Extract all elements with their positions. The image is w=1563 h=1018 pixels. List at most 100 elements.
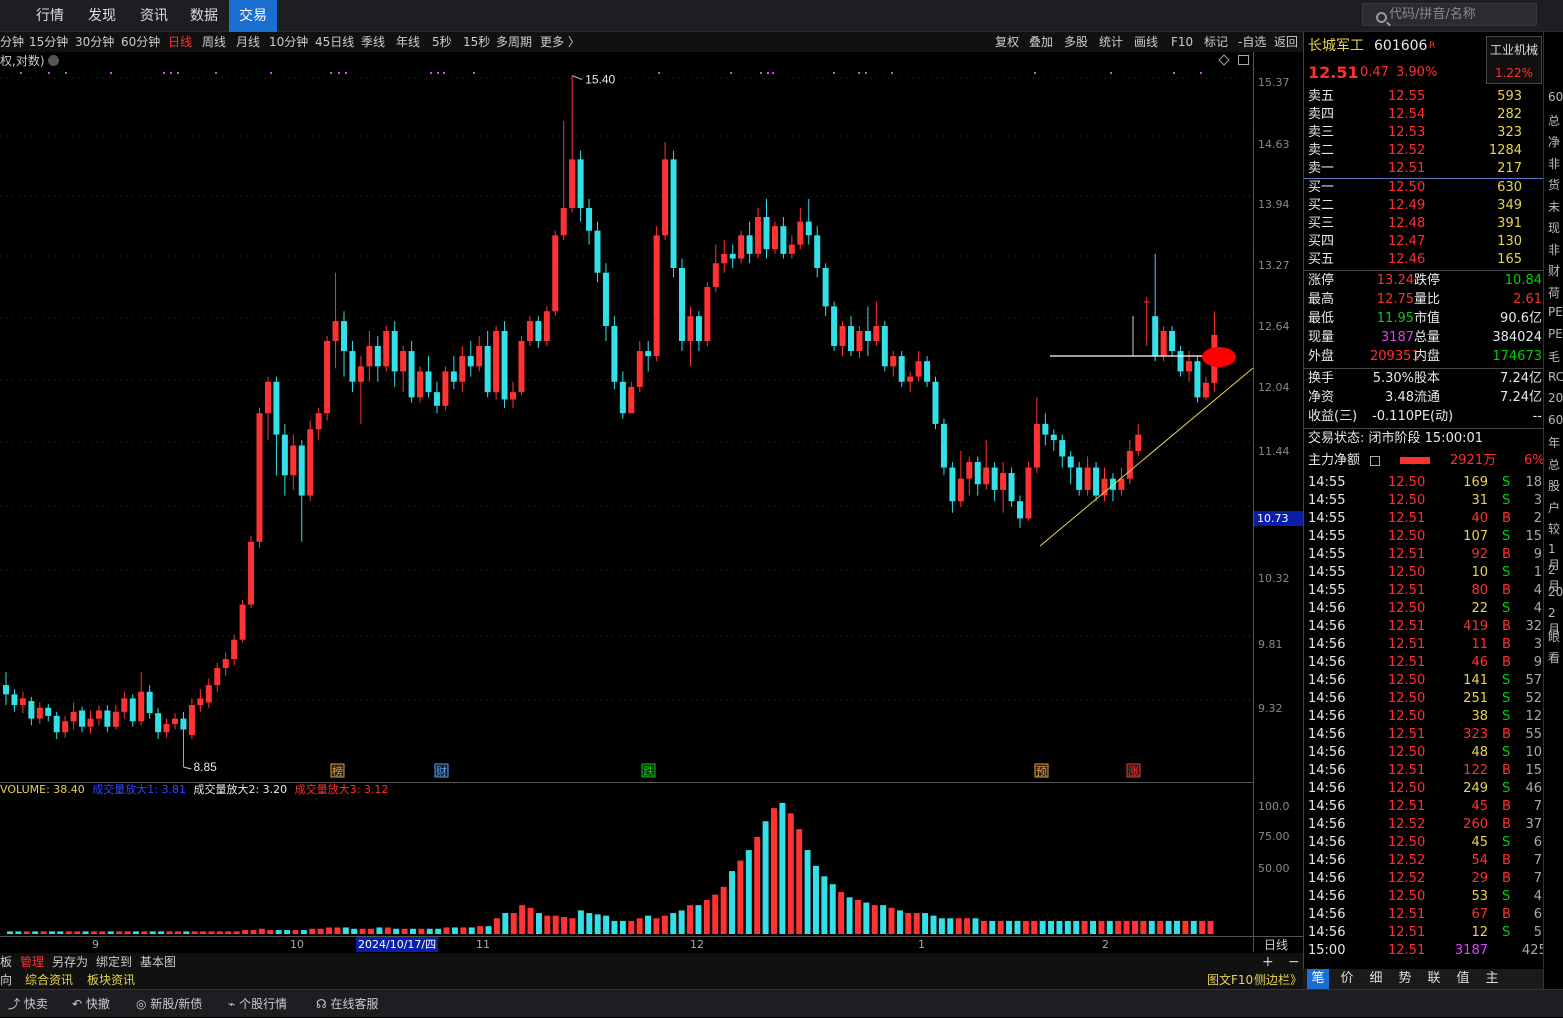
stat2-row[interactable]: 净资 3.48 流通 7.24亿 [1308, 389, 1544, 407]
highlight-ellipse[interactable] [1202, 347, 1236, 367]
panel-tab[interactable]: 笔 [1307, 969, 1329, 989]
tool-adjust[interactable]: 复权 [995, 32, 1019, 52]
period-30min[interactable]: 30分钟 [75, 32, 114, 52]
tick-row[interactable]: 14:56 12.50 22 S 4 [1308, 600, 1544, 618]
panel-tab[interactable]: 势 [1394, 969, 1416, 989]
period-15s[interactable]: 15秒 [463, 32, 490, 52]
tick-row[interactable]: 14:56 12.50 38 S 12 [1308, 708, 1544, 726]
diamond-icon[interactable] [1218, 54, 1230, 66]
tick-row[interactable]: 14:55 12.50 169 S 18 [1308, 474, 1544, 492]
tick-row[interactable]: 14:55 12.51 92 B 9 [1308, 546, 1544, 564]
tab-composite-news[interactable]: 综合资讯 [25, 971, 73, 989]
panel-tab[interactable]: 主 [1481, 969, 1503, 989]
period-more[interactable]: 更多 〉 [540, 32, 580, 52]
window-icon[interactable] [1238, 55, 1249, 65]
stat2-row[interactable]: 收益(三) -0.110 PE(动) -- [1308, 408, 1544, 426]
tick-row[interactable]: 15:00 12.51 3187 425 [1308, 942, 1547, 960]
tick-row[interactable]: 14:56 12.52 54 B 7 [1308, 852, 1544, 870]
period-60min[interactable]: 60分钟 [121, 32, 160, 52]
stat2-row[interactable]: 换手 5.30% 股本 7.24亿 [1308, 370, 1544, 388]
period-year[interactable]: 年线 [396, 32, 420, 52]
tick-row[interactable]: 14:56 12.52 260 B 37 [1308, 816, 1544, 834]
bid-row[interactable]: 买一 12.50 630 [1308, 179, 1544, 197]
tick-row[interactable]: 14:56 12.51 122 B 15 [1308, 762, 1544, 780]
tick-row[interactable]: 14:55 12.50 107 S 15 [1308, 528, 1544, 546]
nav-news[interactable]: 资讯 [130, 0, 178, 32]
tab-sidebar[interactable]: 侧边栏》 [1254, 971, 1302, 989]
tick-row[interactable]: 14:55 12.51 80 B 4 [1308, 582, 1544, 600]
tool-watchlist[interactable]: -自选 [1238, 32, 1266, 52]
tick-row[interactable]: 14:56 12.51 67 B 6 [1308, 906, 1544, 924]
ask-row[interactable]: 卖三 12.53 323 [1308, 124, 1544, 142]
tick-row[interactable]: 14:56 12.50 45 S 6 [1308, 834, 1544, 852]
tab-bind[interactable]: 绑定到 [96, 953, 132, 971]
stat-row[interactable]: 现量 3187 总量 384024 [1308, 329, 1544, 347]
bid-row[interactable]: 买五 12.46 165 [1308, 251, 1544, 269]
tick-row[interactable]: 14:56 12.51 11 B 3 [1308, 636, 1544, 654]
ask-row[interactable]: 卖五 12.55 593 [1308, 88, 1544, 106]
ipo-button[interactable]: ◎ 新股/新债 [136, 990, 202, 1018]
online-service-button[interactable]: ☊ 在线客服 [316, 990, 379, 1018]
stat-row[interactable]: 外盘 209351 内盘 174673 [1308, 348, 1544, 366]
plus-icon[interactable]: + [1262, 953, 1274, 971]
nav-quotes[interactable]: 行情 [26, 0, 74, 32]
tick-row[interactable]: 14:56 12.50 249 S 46 [1308, 780, 1544, 798]
period-1min[interactable]: 分钟 [0, 32, 24, 52]
panel-tab[interactable]: 价 [1336, 969, 1358, 989]
bid-row[interactable]: 买三 12.48 391 [1308, 215, 1544, 233]
tab-basic-chart[interactable]: 基本图 [140, 953, 176, 971]
minus-icon[interactable]: − [1288, 953, 1300, 971]
panel-tab[interactable]: 联 [1423, 969, 1445, 989]
period-15min[interactable]: 15分钟 [29, 32, 68, 52]
stock-quote-button[interactable]: ⌁ 个股行情 [228, 990, 287, 1018]
period-10min[interactable]: 10分钟 [269, 32, 308, 52]
tick-row[interactable]: 14:56 12.50 48 S 10 [1308, 744, 1544, 762]
tick-row[interactable]: 14:56 12.50 141 S 57 [1308, 672, 1544, 690]
tick-row[interactable]: 14:55 12.51 40 B 2 [1308, 510, 1544, 528]
tick-row[interactable]: 14:56 12.51 45 B 7 [1308, 798, 1544, 816]
tool-f10[interactable]: F10 [1171, 32, 1193, 52]
bid-row[interactable]: 买二 12.49 349 [1308, 197, 1544, 215]
volume-chart[interactable] [0, 782, 1253, 937]
tab-save-as[interactable]: 另存为 [52, 953, 88, 971]
tick-row[interactable]: 14:56 12.52 29 B 7 [1308, 870, 1544, 888]
tool-back[interactable]: 返回 [1274, 32, 1298, 52]
ask-row[interactable]: 卖二 12.52 1284 [1308, 142, 1544, 160]
ask-row[interactable]: 卖一 12.51 217 [1308, 160, 1544, 178]
dropdown-icon[interactable] [48, 55, 59, 66]
period-daily[interactable]: 日线 [168, 32, 192, 52]
period-multi[interactable]: 多周期 [496, 32, 532, 52]
tool-stats[interactable]: 统计 [1099, 32, 1123, 52]
ask-row[interactable]: 卖四 12.54 282 [1308, 106, 1544, 124]
tool-draw[interactable]: 画线 [1134, 32, 1158, 52]
tick-row[interactable]: 14:56 12.50 251 S 52 [1308, 690, 1544, 708]
panel-tab[interactable]: 值 [1452, 969, 1474, 989]
nav-data[interactable]: 数据 [180, 0, 228, 32]
period-45day[interactable]: 45日线 [315, 32, 354, 52]
tick-row[interactable]: 14:55 12.50 31 S 3 [1308, 492, 1544, 510]
period-weekly[interactable]: 周线 [202, 32, 226, 52]
table-icon[interactable] [1370, 456, 1380, 466]
period-5s[interactable]: 5秒 [432, 32, 452, 52]
candlestick-chart[interactable]: 15.40 8.85 榜 财 跌 预 涨 [0, 70, 1253, 782]
tool-mark[interactable]: 标记 [1204, 32, 1228, 52]
tick-row[interactable]: 14:56 12.51 323 B 55 [1308, 726, 1544, 744]
tool-overlay[interactable]: 叠加 [1029, 32, 1053, 52]
quick-cancel-button[interactable]: ↶ 快撤 [72, 990, 110, 1018]
stat-row[interactable]: 涨停 13.24 跌停 10.84 [1308, 272, 1544, 290]
stat-row[interactable]: 最高 12.75 量比 2.61 [1308, 291, 1544, 309]
tab-board[interactable]: 板 [0, 953, 12, 971]
tick-row[interactable]: 14:56 12.51 12 S 5 [1308, 924, 1544, 942]
tab-direction[interactable]: 向 [0, 971, 12, 989]
tab-sector-news[interactable]: 板块资讯 [87, 971, 135, 989]
period-quarter[interactable]: 季线 [361, 32, 385, 52]
tick-row[interactable]: 14:56 12.51 46 B 9 [1308, 654, 1544, 672]
period-monthly[interactable]: 月线 [236, 32, 260, 52]
quick-sell-button[interactable]: ⤴ 快卖 [8, 990, 48, 1018]
tick-row[interactable]: 14:55 12.50 10 S 1 [1308, 564, 1544, 582]
tool-multi-stock[interactable]: 多股 [1064, 32, 1088, 52]
tab-f10-graphic[interactable]: 图文F10 [1207, 971, 1253, 989]
bid-row[interactable]: 买四 12.47 130 [1308, 233, 1544, 251]
panel-tab[interactable]: 细 [1365, 969, 1387, 989]
nav-discover[interactable]: 发现 [78, 0, 126, 32]
